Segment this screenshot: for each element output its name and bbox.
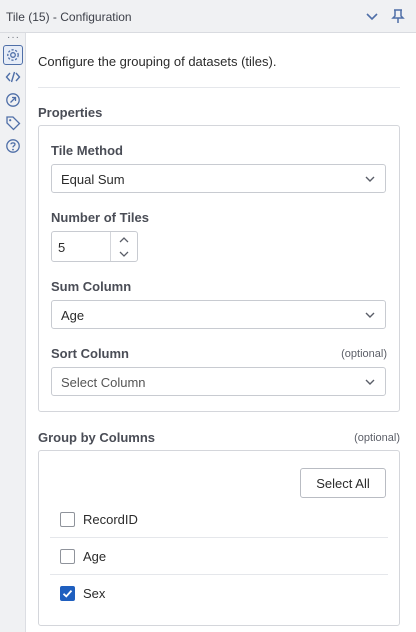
window-title: Tile (15) - Configuration xyxy=(6,10,132,24)
group-by-optional-hint: (optional) xyxy=(354,432,400,444)
column-row-age[interactable]: Age xyxy=(50,538,388,575)
number-of-tiles-label: Number of Tiles xyxy=(51,210,150,225)
run-icon[interactable] xyxy=(4,91,22,109)
gear-icon[interactable] xyxy=(3,45,23,65)
sort-column-select[interactable]: Select Column xyxy=(51,367,386,396)
number-of-tiles-value[interactable]: 5 xyxy=(58,240,65,255)
pin-icon[interactable] xyxy=(390,8,406,24)
sum-column-select[interactable]: Age xyxy=(51,300,386,329)
sum-column-label: Sum Column xyxy=(51,279,132,294)
tile-method-value: Equal Sum xyxy=(61,172,125,187)
column-label: Age xyxy=(83,549,107,564)
sum-column-value: Age xyxy=(61,308,85,323)
chevron-up-icon[interactable] xyxy=(114,233,134,247)
column-row-recordid[interactable]: RecordID xyxy=(50,501,388,538)
age-checkbox[interactable] xyxy=(60,549,75,564)
tile-method-select[interactable]: Equal Sum xyxy=(51,164,386,193)
chevron-down-icon[interactable] xyxy=(114,247,134,261)
column-label: RecordID xyxy=(83,512,138,527)
checkmark-icon xyxy=(62,589,73,598)
chevron-down-icon xyxy=(363,375,377,389)
tool-description: Configure the grouping of datasets (tile… xyxy=(38,54,277,69)
number-of-tiles-stepper[interactable]: 5 xyxy=(51,231,138,262)
properties-heading: Properties xyxy=(38,105,103,120)
recordid-checkbox[interactable] xyxy=(60,512,75,527)
column-label: Sex xyxy=(83,586,106,601)
group-by-heading: Group by Columns xyxy=(38,430,155,445)
more-options-icon[interactable]: ··· xyxy=(7,33,20,43)
window-titlebar: Tile (15) - Configuration xyxy=(0,0,416,33)
help-icon[interactable] xyxy=(4,137,22,155)
group-by-panel: Select All RecordID Age Sex xyxy=(38,450,400,626)
configuration-panel: Configure the grouping of datasets (tile… xyxy=(27,33,416,632)
sort-column-placeholder: Select Column xyxy=(61,375,146,390)
properties-panel: Tile Method Equal Sum Number of Tiles 5 … xyxy=(38,125,400,412)
collapse-chevron-icon[interactable] xyxy=(364,8,380,24)
side-rail: ··· xyxy=(0,33,26,632)
tag-icon[interactable] xyxy=(4,114,22,132)
stepper-divider xyxy=(110,232,111,261)
sex-checkbox[interactable] xyxy=(60,586,75,601)
sort-column-label: Sort Column xyxy=(51,346,129,361)
column-row-sex[interactable]: Sex xyxy=(50,575,388,612)
tile-method-label: Tile Method xyxy=(51,143,123,158)
chevron-down-icon xyxy=(363,308,377,322)
sort-column-optional-hint: (optional) xyxy=(341,348,387,360)
chevron-down-icon xyxy=(363,172,377,186)
select-all-button[interactable]: Select All xyxy=(300,468,386,498)
code-icon[interactable] xyxy=(4,68,22,86)
divider xyxy=(38,87,400,88)
